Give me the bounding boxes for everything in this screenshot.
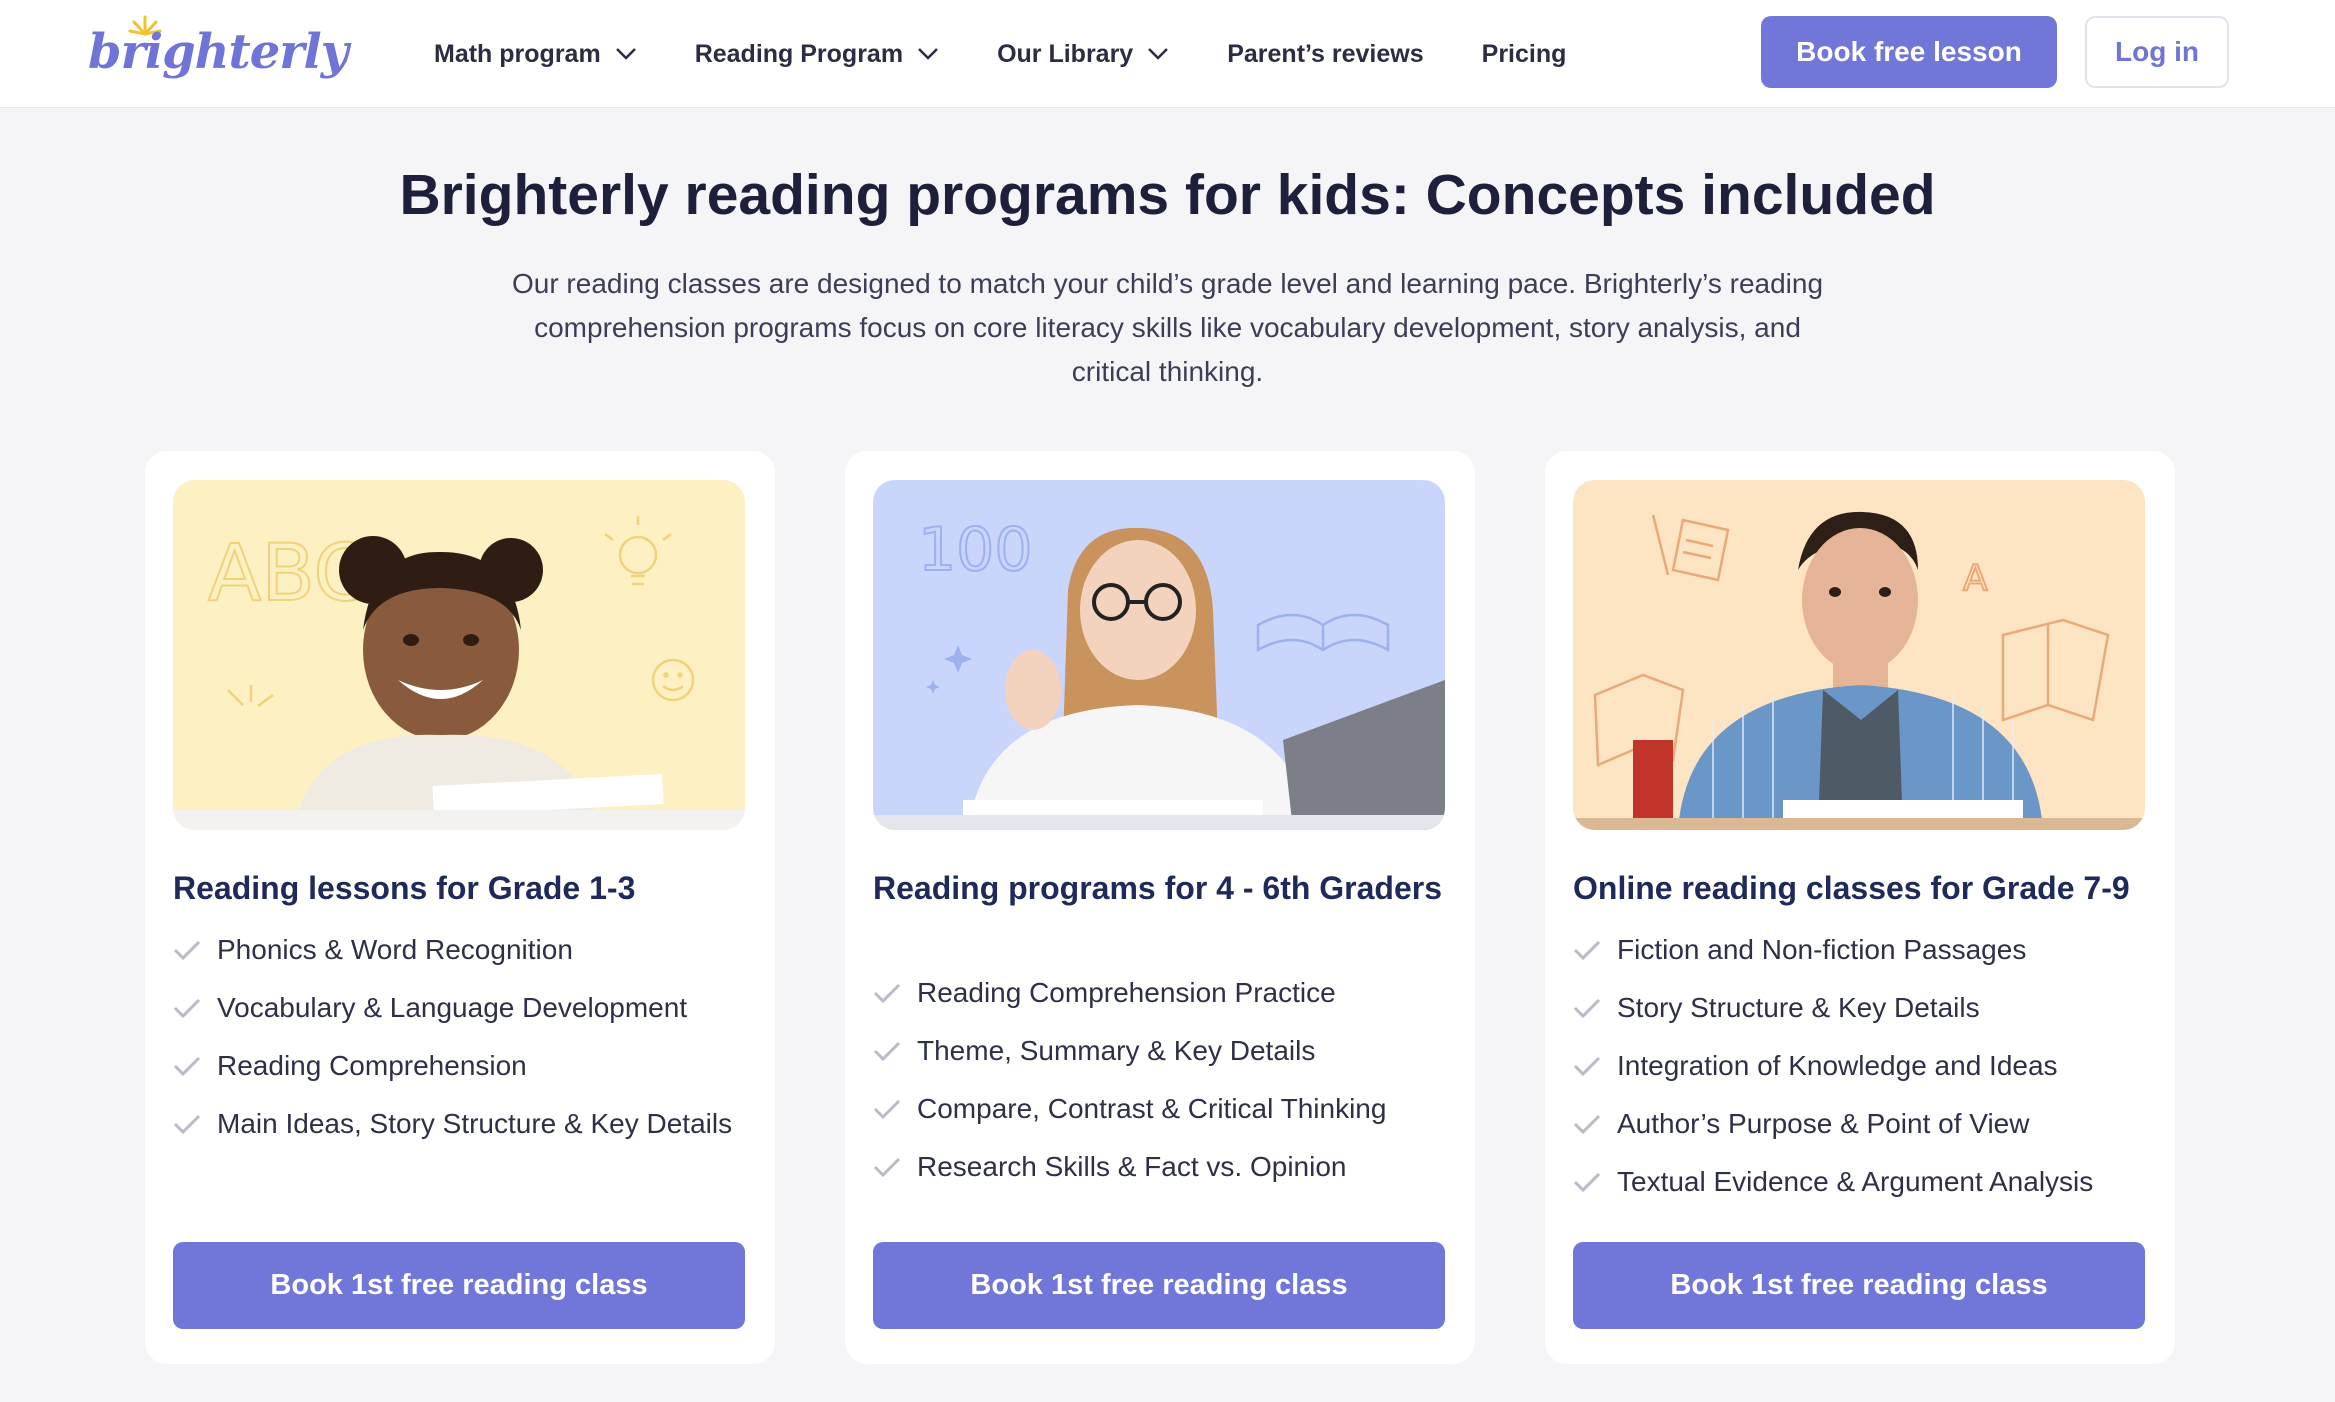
brighterly-logo[interactable]: brighterly xyxy=(88,14,349,88)
feature-item: Fiction and Non-fiction Passages xyxy=(1573,928,2145,971)
nav-item-label: Pricing xyxy=(1481,39,1567,68)
feature-text: Reading Comprehension Practice xyxy=(917,977,1336,1008)
feature-item: Story Structure & Key Details xyxy=(1573,986,2145,1029)
check-icon xyxy=(173,1056,201,1076)
nav-item-our-library[interactable]: Our Library xyxy=(997,40,1169,69)
feature-text: Phonics & Word Recognition xyxy=(217,934,573,965)
feature-text: Compare, Contrast & Critical Thinking xyxy=(917,1093,1387,1124)
feature-list: Fiction and Non-fiction Passages Story S… xyxy=(1573,928,2145,1218)
doodle-text: 100 xyxy=(918,515,1033,585)
card-image: A xyxy=(1573,480,2145,830)
feature-item: Textual Evidence & Argument Analysis xyxy=(1573,1160,2145,1203)
check-icon xyxy=(1573,1114,1601,1134)
feature-text: Story Structure & Key Details xyxy=(1617,992,1980,1023)
chevron-down-icon xyxy=(1148,48,1169,60)
feature-item: Integration of Knowledge and Ideas xyxy=(1573,1044,2145,1087)
logo-text: brighterly xyxy=(88,24,349,80)
card-image: 100 xyxy=(873,480,1445,830)
card-title: Reading lessons for Grade 1-3 xyxy=(173,870,636,906)
feature-text: Integration of Knowledge and Ideas xyxy=(1617,1050,2058,1081)
girl-smiling-photo: ABC xyxy=(173,480,745,830)
page-subtitle: Our reading classes are designed to matc… xyxy=(511,268,1824,387)
nav-item-label: Reading Program xyxy=(694,39,904,68)
feature-item: Theme, Summary & Key Details xyxy=(873,1029,1445,1072)
feature-text: Reading Comprehension xyxy=(217,1050,527,1081)
nav-item-pricing[interactable]: Pricing xyxy=(1482,40,1567,69)
check-icon xyxy=(1573,998,1601,1018)
check-icon xyxy=(873,983,901,1003)
nav-item-label: Our Library xyxy=(997,39,1134,68)
book-free-reading-class-button[interactable]: Book 1st free reading class xyxy=(173,1242,745,1329)
site-header: brighterly Math program Reading Program … xyxy=(0,0,2335,108)
check-icon xyxy=(1573,1172,1601,1192)
feature-item: Reading Comprehension xyxy=(173,1044,745,1087)
check-icon xyxy=(173,1114,201,1134)
check-icon xyxy=(173,998,201,1018)
card-title: Reading programs for 4 - 6th Graders xyxy=(873,870,1443,906)
nav-item-math-program[interactable]: Math program xyxy=(434,40,637,69)
feature-item: Reading Comprehension Practice xyxy=(873,971,1445,1014)
check-icon xyxy=(873,1099,901,1119)
check-icon xyxy=(173,940,201,960)
feature-item: Author’s Purpose & Point of View xyxy=(1573,1102,2145,1145)
nav-item-label: Parent’s reviews xyxy=(1227,39,1424,68)
book-free-lesson-button[interactable]: Book free lesson xyxy=(1761,16,2057,88)
program-card-grade-7-9: A Online reading classes for Grade 7-9 F… xyxy=(1545,451,2175,1364)
card-image: ABC xyxy=(173,480,745,830)
feature-item: Compare, Contrast & Critical Thinking xyxy=(873,1087,1445,1130)
feature-text: Theme, Summary & Key Details xyxy=(917,1035,1316,1066)
card-title: Online reading classes for Grade 7-9 xyxy=(1573,870,2130,906)
doodle-text: A xyxy=(1963,558,1988,599)
page-title: Brighterly reading programs for kids: Co… xyxy=(399,163,1936,227)
check-icon xyxy=(1573,940,1601,960)
feature-list: Phonics & Word Recognition Vocabulary & … xyxy=(173,928,745,1160)
feature-item: Main Ideas, Story Structure & Key Detail… xyxy=(173,1102,745,1145)
feature-text: Main Ideas, Story Structure & Key Detail… xyxy=(217,1108,733,1139)
feature-text: Textual Evidence & Argument Analysis xyxy=(1617,1166,2094,1197)
main-nav: Math program Reading Program Our Library… xyxy=(434,0,1624,108)
chevron-down-icon xyxy=(918,48,938,60)
feature-text: Research Skills & Fact vs. Opinion xyxy=(917,1151,1347,1182)
nav-item-parents-reviews[interactable]: Parent’s reviews xyxy=(1227,40,1423,69)
feature-item: Vocabulary & Language Development xyxy=(173,986,745,1029)
feature-text: Author’s Purpose & Point of View xyxy=(1617,1108,2030,1139)
boy-writing-photo: A xyxy=(1573,480,2145,830)
book-free-reading-class-button[interactable]: Book 1st free reading class xyxy=(1573,1242,2145,1329)
check-icon xyxy=(1573,1056,1601,1076)
program-card-grade-4-6: 100 Reading programs for 4 - 6th Graders xyxy=(845,451,1475,1364)
book-free-reading-class-button[interactable]: Book 1st free reading class xyxy=(873,1242,1445,1329)
feature-text: Vocabulary & Language Development xyxy=(217,992,688,1023)
nav-item-reading-program[interactable]: Reading Program xyxy=(695,40,939,69)
feature-list: Reading Comprehension Practice Theme, Su… xyxy=(873,971,1445,1203)
feature-text: Fiction and Non-fiction Passages xyxy=(1617,934,2027,965)
nav-item-label: Math program xyxy=(434,39,601,68)
check-icon xyxy=(873,1041,901,1061)
login-button[interactable]: Log in xyxy=(2085,16,2229,88)
chevron-down-icon xyxy=(615,48,636,60)
program-card-grade-1-3: ABC Reading lessons for Grade 1-3 Phonic… xyxy=(145,451,775,1364)
check-icon xyxy=(873,1157,901,1177)
feature-item: Phonics & Word Recognition xyxy=(173,928,745,971)
feature-item: Research Skills & Fact vs. Opinion xyxy=(873,1145,1445,1188)
girl-with-glasses-photo: 100 xyxy=(873,480,1445,830)
